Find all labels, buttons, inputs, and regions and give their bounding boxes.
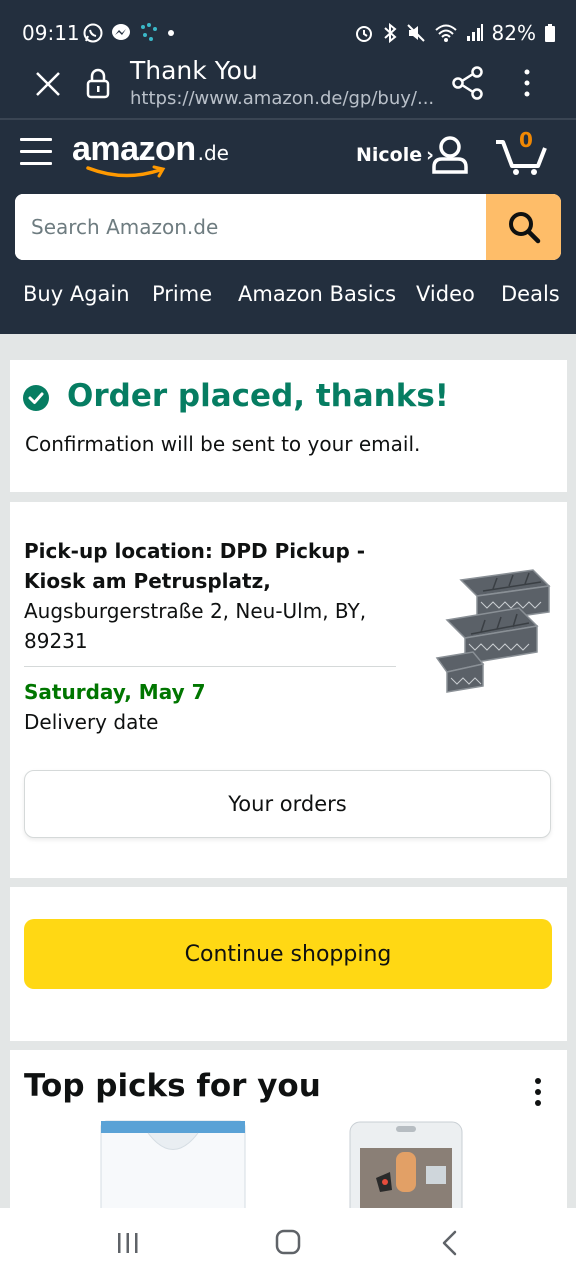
confirmation-subtext: Confirmation will be sent to your email. xyxy=(25,432,421,456)
search-button[interactable] xyxy=(486,194,561,260)
product-image[interactable] xyxy=(346,1118,466,1208)
nav-amazon-basics[interactable]: Amazon Basics xyxy=(238,282,396,306)
user-icon[interactable] xyxy=(430,134,470,176)
account-name: Nicole xyxy=(356,144,423,166)
continue-shopping-button[interactable]: Continue shopping xyxy=(24,919,552,989)
more-vert-icon[interactable] xyxy=(516,66,538,100)
pickup-divider xyxy=(24,666,396,667)
tab-title: Thank You xyxy=(130,56,258,85)
logo-tld: .de xyxy=(197,141,229,165)
search-bar xyxy=(15,194,561,260)
battery-icon xyxy=(545,24,555,42)
messenger-icon xyxy=(112,24,130,40)
status-right-icons: 82% xyxy=(354,21,556,45)
top-picks-title: Top picks for you xyxy=(24,1068,321,1104)
browser-toolbar: Thank You https://www.amazon.de/gp/buy/.… xyxy=(0,56,576,118)
wifi-icon xyxy=(434,24,457,42)
cart-button[interactable]: 0 xyxy=(494,128,550,180)
product-image[interactable] xyxy=(100,1120,246,1208)
search-icon xyxy=(508,212,540,244)
site-header: amazon.de Nicole › 0 Buy Again Prime Ama… xyxy=(0,120,576,334)
delivery-date-label: Delivery date xyxy=(24,710,159,734)
check-circle-icon xyxy=(23,385,49,411)
cart-count: 0 xyxy=(519,128,533,152)
nav-video[interactable]: Video xyxy=(416,282,475,306)
pickup-location-title: Pick-up location: DPD Pickup - Kiosk am … xyxy=(24,539,366,593)
order-confirmation-card: Order placed, thanks! Confirmation will … xyxy=(10,360,567,492)
nav-deals[interactable]: Deals xyxy=(501,282,560,306)
dot-icon xyxy=(168,30,174,36)
bluetooth-icon xyxy=(383,23,397,43)
nav-prime[interactable]: Prime xyxy=(152,282,212,306)
more-vert-icon[interactable] xyxy=(531,1076,545,1108)
lock-icon[interactable] xyxy=(86,68,110,100)
url-text[interactable]: https://www.amazon.de/gp/buy/... xyxy=(130,88,435,109)
product-image[interactable] xyxy=(433,568,553,694)
app-dots-icon xyxy=(141,23,157,41)
hamburger-menu-icon[interactable] xyxy=(20,138,52,168)
android-nav-bar xyxy=(0,1208,576,1280)
share-icon[interactable] xyxy=(452,66,484,100)
logo-word: amazon xyxy=(72,130,196,168)
amazon-logo[interactable]: amazon .de xyxy=(72,130,229,178)
status-bar: 09:11 82% xyxy=(0,0,576,56)
confirmation-headline: Order placed, thanks! xyxy=(67,378,449,414)
whatsapp-icon xyxy=(83,23,103,43)
status-time: 09:11 xyxy=(22,21,80,45)
home-icon[interactable] xyxy=(275,1228,301,1256)
smile-arrow-icon xyxy=(86,165,166,178)
top-picks-card: Top picks for you xyxy=(10,1050,567,1208)
pickup-details-card: Pick-up location: DPD Pickup - Kiosk am … xyxy=(10,502,567,878)
recent-apps-icon[interactable] xyxy=(116,1232,140,1254)
battery-percent: 82% xyxy=(491,21,536,45)
your-orders-button[interactable]: Your orders xyxy=(24,770,551,838)
close-icon[interactable] xyxy=(34,70,62,98)
account-link[interactable]: Nicole › xyxy=(356,144,434,166)
mute-icon xyxy=(406,24,425,42)
nav-links: Buy Again Prime Amazon Basics Video Deal… xyxy=(0,280,576,326)
alarm-icon xyxy=(355,26,372,42)
pickup-address: Augsburgerstraße 2, Neu-Ulm, BY, 89231 xyxy=(24,599,367,653)
back-icon[interactable] xyxy=(440,1229,460,1257)
notification-icons xyxy=(82,22,176,44)
delivery-date: Saturday, May 7 xyxy=(24,680,206,704)
continue-shopping-card: Continue shopping xyxy=(10,887,567,1041)
nav-buy-again[interactable]: Buy Again xyxy=(23,282,130,306)
search-input[interactable] xyxy=(15,194,485,260)
signal-icon xyxy=(466,24,483,41)
